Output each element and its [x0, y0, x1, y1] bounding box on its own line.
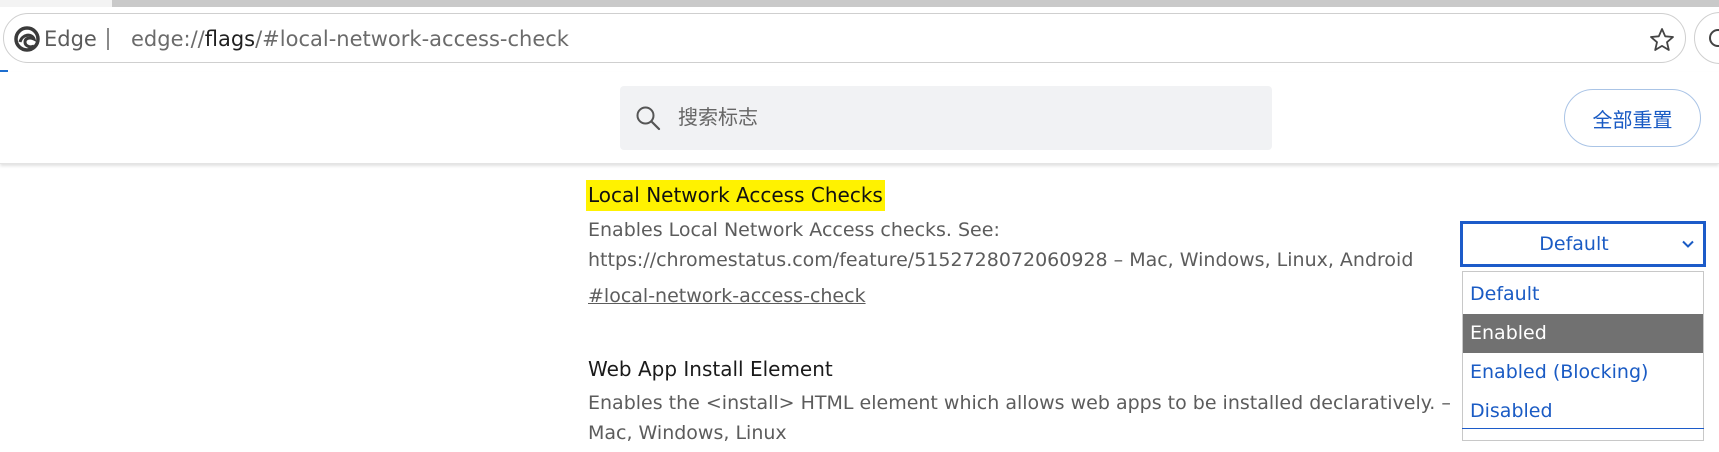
url-scheme: edge:// [131, 27, 205, 51]
star-icon[interactable] [1648, 26, 1676, 54]
reset-all-button[interactable]: 全部重置 [1564, 89, 1701, 147]
flag-title: Local Network Access Checks [586, 180, 885, 211]
dropdown-option-disabled[interactable]: Disabled [1463, 392, 1703, 431]
toolbar-search-icon[interactable] [1706, 26, 1719, 50]
chevron-down-icon[interactable] [1680, 236, 1696, 252]
edge-logo-icon[interactable] [14, 26, 40, 52]
url-host: flags [204, 27, 256, 51]
dropdown-option-enabled[interactable]: Enabled [1463, 314, 1703, 353]
search-icon [636, 106, 661, 131]
dropdown-edge [1462, 428, 1704, 429]
flag-description: Enables Local Network Access checks. See… [588, 219, 1000, 241]
flag-description-platforms: https://chromestatus.com/feature/5152728… [588, 249, 1414, 271]
dropdown-option-default[interactable]: Default [1463, 275, 1703, 314]
flag-select-value[interactable]: Default [1460, 221, 1688, 267]
address-divider [107, 28, 109, 50]
dropdown-option-enabled-blocking[interactable]: Enabled (Blocking) [1463, 353, 1703, 392]
tab-strip-inactive [112, 0, 1719, 7]
flag-description: Enables the <install> HTML element which… [588, 392, 1451, 414]
search-input[interactable] [678, 100, 1248, 134]
browser-brand-label: Edge [44, 27, 97, 51]
flag-description-platforms: Mac, Windows, Linux [588, 422, 787, 444]
url-text[interactable]: edge://flags/#local-network-access-check [131, 26, 569, 52]
url-path: /#local-network-access-check [255, 27, 569, 51]
flag-anchor-link[interactable]: #local-network-access-check [588, 281, 866, 311]
flag-title: Web App Install Element [588, 357, 833, 381]
browser-window: Edge edge://flags/#local-network-access-… [0, 0, 1719, 452]
